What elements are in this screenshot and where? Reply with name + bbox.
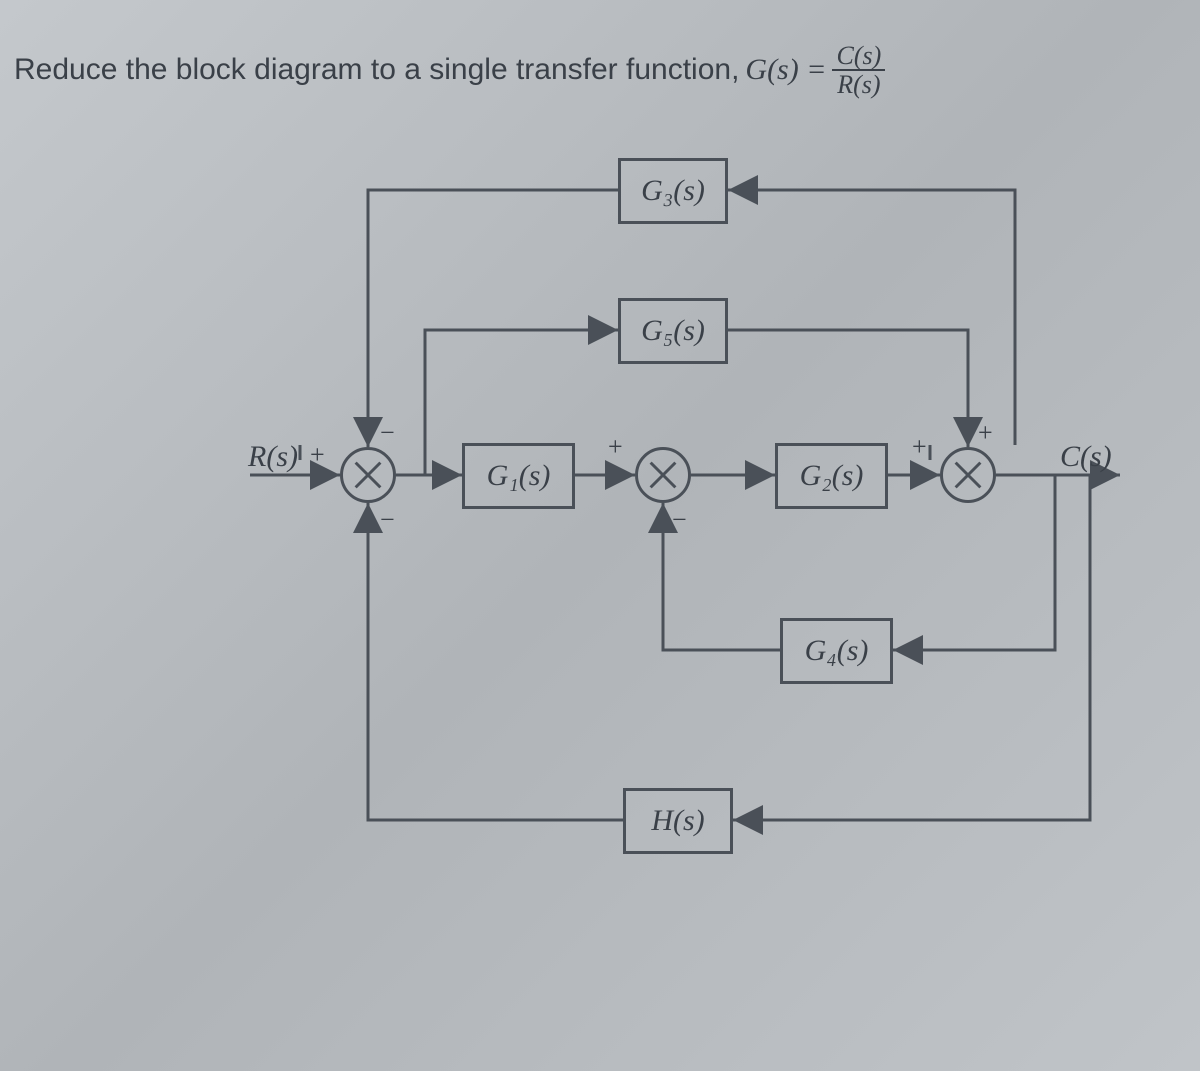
s1-sign-left: + bbox=[310, 440, 325, 470]
block-g3-label: G₃(s) bbox=[641, 174, 705, 208]
block-g5-label: G₅(s) bbox=[641, 314, 705, 348]
block-h: H(s) bbox=[623, 788, 733, 854]
block-g2: G₂(s) bbox=[775, 443, 888, 509]
s2-sign-bottom: − bbox=[672, 505, 687, 535]
block-g1: G₁(s) bbox=[462, 443, 575, 509]
s3-sign-top: + bbox=[978, 418, 993, 448]
block-g4-label: G₄(s) bbox=[805, 634, 869, 668]
block-g2-label: G₂(s) bbox=[800, 459, 864, 493]
signal-wires bbox=[0, 0, 1200, 1071]
block-g1-label: G₁(s) bbox=[487, 459, 551, 493]
block-g3: G₃(s) bbox=[618, 158, 728, 224]
summing-junction-3 bbox=[940, 447, 996, 503]
summing-junction-2 bbox=[635, 447, 691, 503]
s2-sign-top: + bbox=[608, 432, 623, 462]
input-label: R(s) bbox=[248, 440, 298, 474]
summing-junction-1 bbox=[340, 447, 396, 503]
block-g4: G₄(s) bbox=[780, 618, 893, 684]
block-g5: G₅(s) bbox=[618, 298, 728, 364]
s3-sign-left: + bbox=[912, 432, 927, 462]
block-h-label: H(s) bbox=[651, 804, 704, 838]
output-label: C(s) bbox=[1060, 440, 1112, 474]
s1-sign-top: − bbox=[380, 418, 395, 448]
s1-sign-bottom: − bbox=[380, 505, 395, 535]
